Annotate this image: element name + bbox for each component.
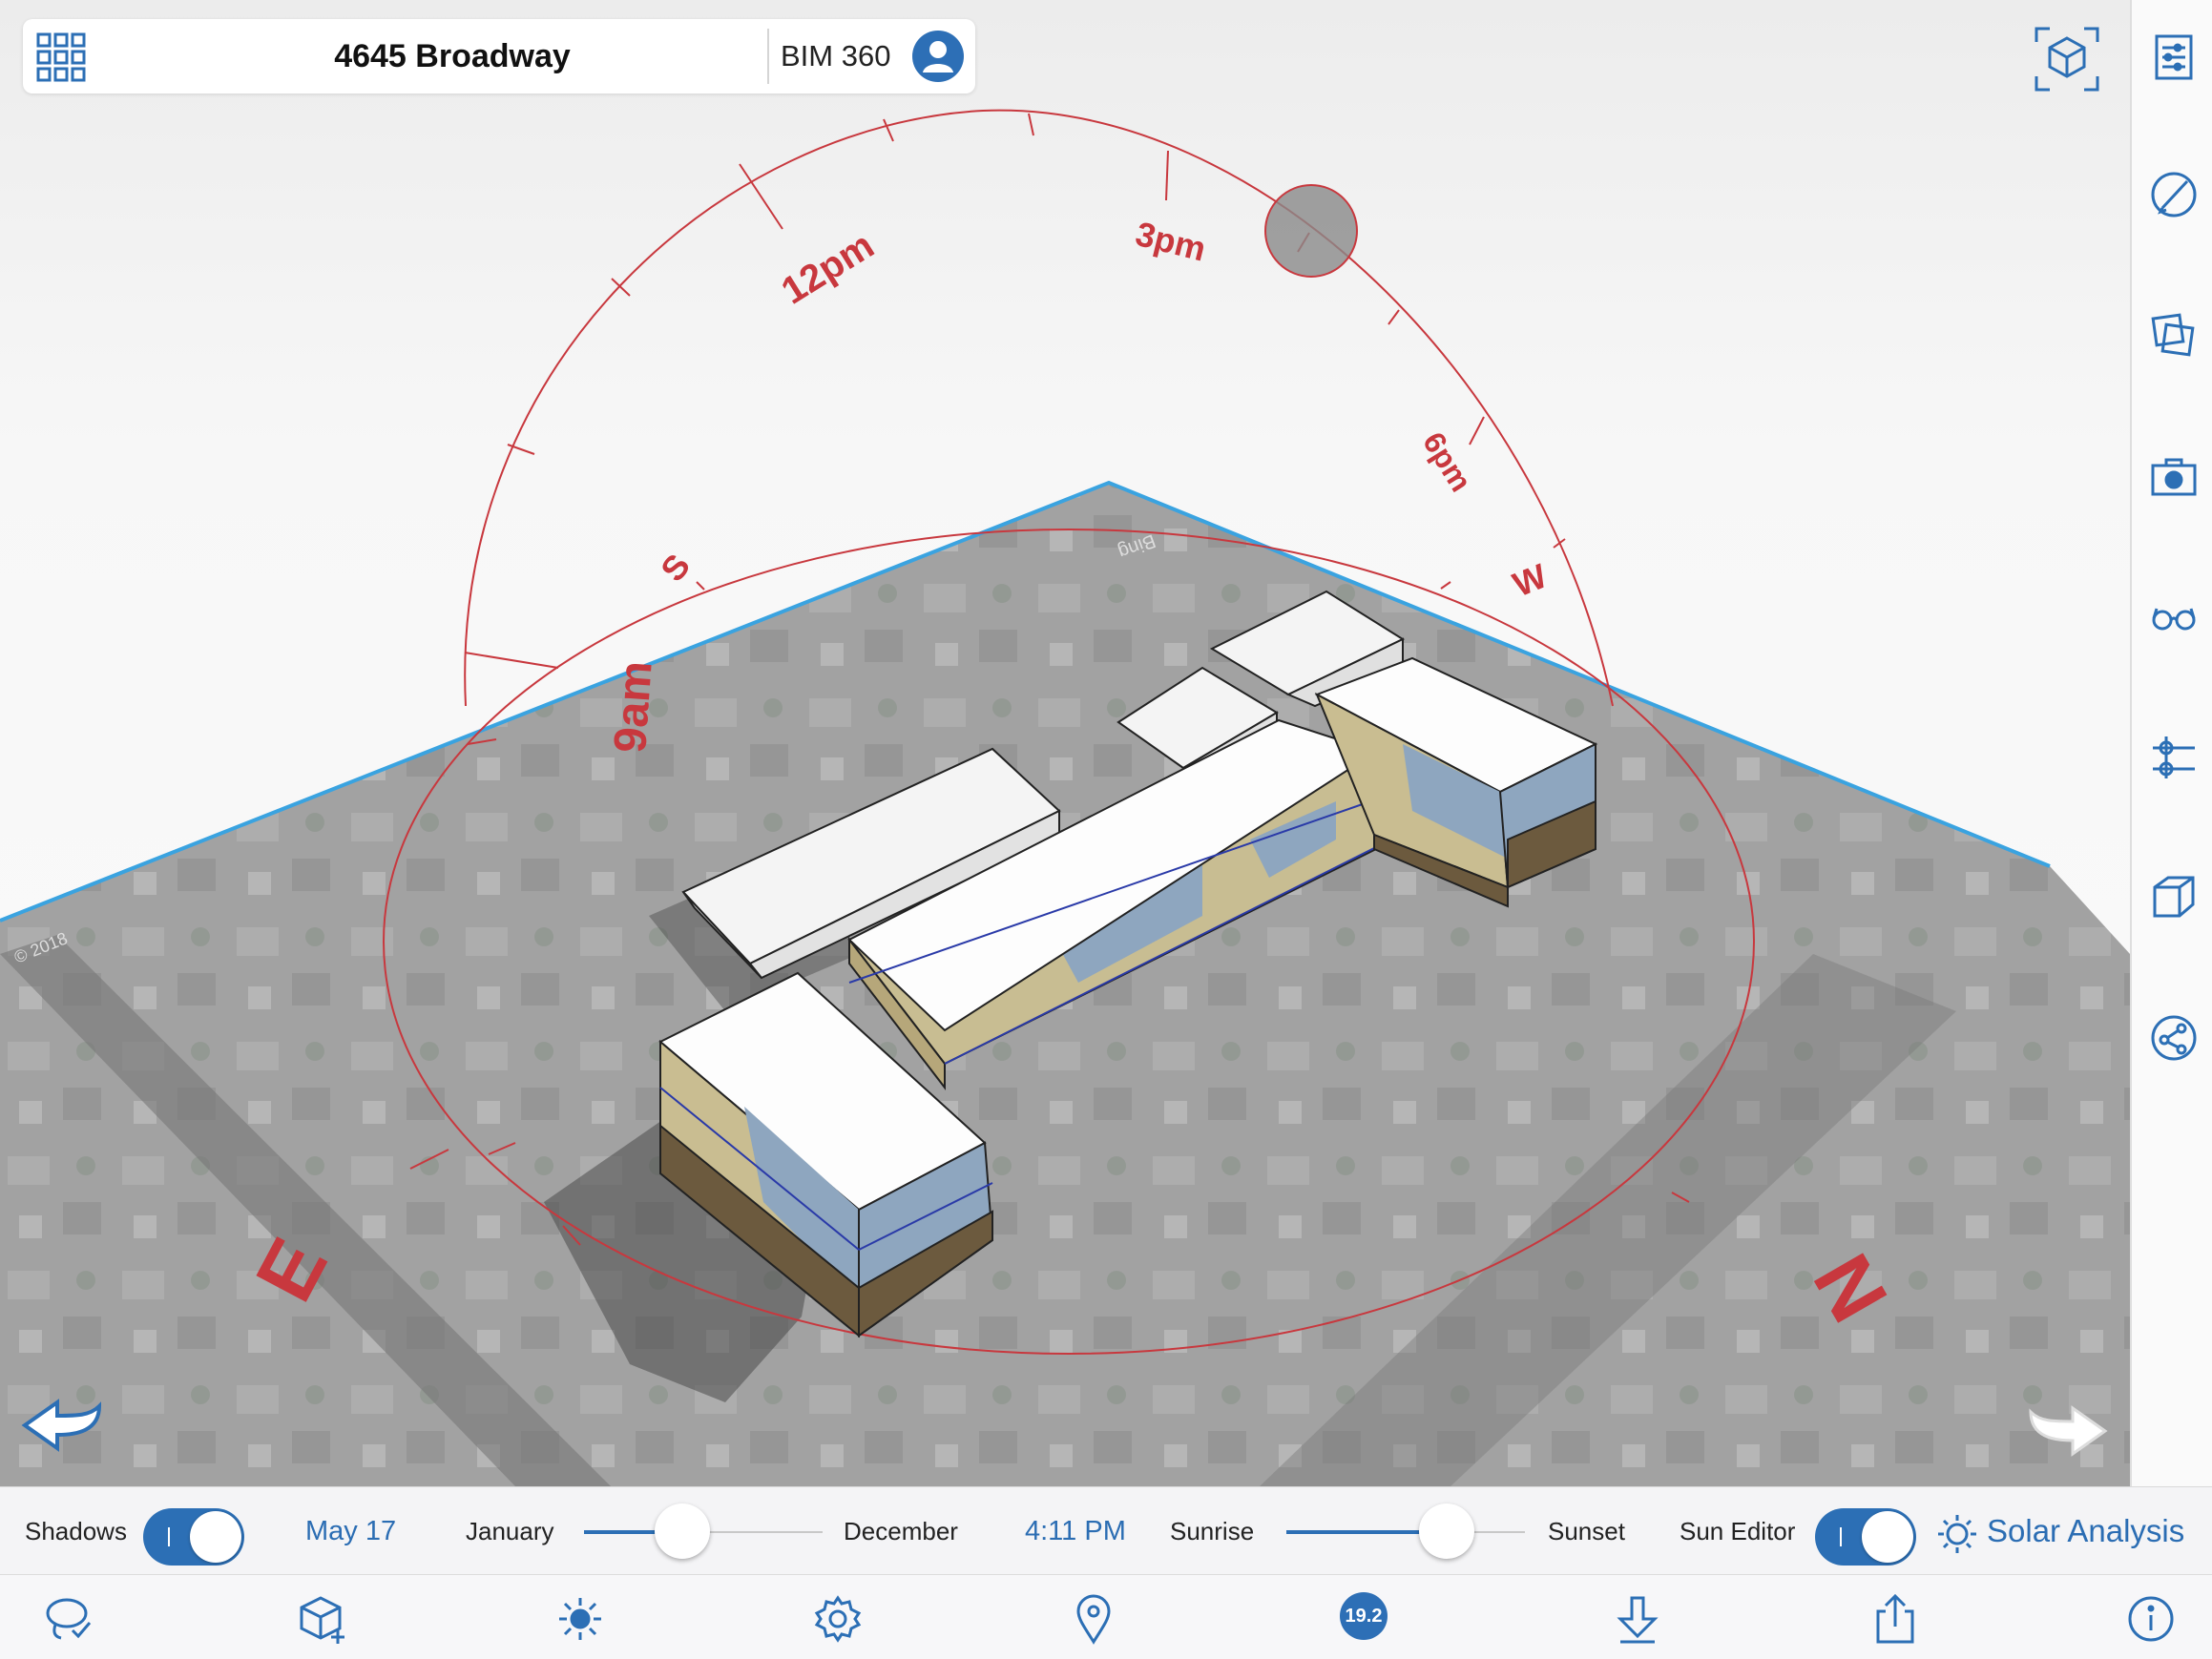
hour-label-9am: 9am [605, 659, 662, 755]
level-badge[interactable]: 19.2 [1340, 1592, 1388, 1640]
section-box-icon[interactable] [2149, 872, 2199, 922]
date-slider-start-label: January [466, 1517, 554, 1545]
undo-arrow-icon[interactable] [19, 1393, 105, 1456]
bottom-toolbar [0, 1574, 2212, 1659]
hour-label-3pm: 3pm [1132, 214, 1210, 269]
time-slider-start-label: Sunrise [1170, 1517, 1255, 1545]
settings-sliders-icon[interactable] [2149, 32, 2199, 82]
add-object-icon[interactable] [296, 1592, 349, 1646]
solar-analysis-button[interactable]: Solar Analysis [1987, 1487, 2184, 1575]
time-slider[interactable] [1286, 1503, 1525, 1559]
time-value[interactable]: 4:11 PM [1025, 1487, 1126, 1575]
bim360-label[interactable]: BIM 360 [781, 19, 890, 93]
layers-icon[interactable] [2149, 311, 2199, 361]
sun-control-bar: Shadows May 17 January December 4:11 PM … [0, 1486, 2212, 1575]
location-pin-icon[interactable] [1067, 1592, 1120, 1646]
right-toolbar [2130, 0, 2212, 1486]
sun-icon[interactable] [553, 1592, 607, 1646]
select-lasso-icon[interactable] [42, 1592, 95, 1646]
user-avatar-icon[interactable] [912, 31, 964, 82]
3d-scene[interactable]: 12pm 3pm 6pm 9am 6am S W E N Bing © 2018 [0, 0, 2130, 1486]
glasses-icon[interactable] [2149, 591, 2199, 641]
date-slider[interactable] [584, 1503, 823, 1559]
date-slider-end-label: December [844, 1517, 958, 1545]
date-value[interactable]: May 17 [305, 1487, 396, 1575]
section-cut-icon[interactable] [2149, 733, 2199, 782]
title-bar: 4645 Broadway BIM 360 [23, 19, 975, 93]
apps-grid-icon[interactable] [34, 31, 88, 84]
gear-icon[interactable] [811, 1592, 865, 1646]
download-icon[interactable] [1611, 1592, 1664, 1646]
project-title: 4645 Broadway [334, 38, 571, 74]
title-divider [767, 29, 769, 84]
sun-editor-label: Sun Editor [1680, 1517, 1796, 1545]
camera-icon[interactable] [2149, 452, 2199, 502]
redo-arrow-icon[interactable] [2025, 1399, 2111, 1462]
sun-editor-toggle[interactable] [1815, 1508, 1916, 1566]
time-slider-end-label: Sunset [1548, 1517, 1625, 1545]
sun-marker[interactable] [1264, 184, 1358, 278]
markup-pen-icon[interactable] [2149, 170, 2199, 219]
hour-label-6pm: 6pm [1416, 426, 1478, 498]
time-slider-thumb[interactable] [1419, 1503, 1474, 1559]
date-slider-thumb[interactable] [655, 1503, 710, 1559]
share-icon[interactable] [2149, 1013, 2199, 1063]
solar-gear-icon[interactable] [1935, 1512, 1979, 1556]
compass-west: W [1508, 556, 1553, 605]
shadows-toggle[interactable] [143, 1508, 244, 1566]
info-icon[interactable] [2124, 1592, 2178, 1646]
shadows-label: Shadows [25, 1517, 127, 1545]
view-cube-icon[interactable] [2033, 25, 2101, 93]
3d-viewport[interactable]: 12pm 3pm 6pm 9am 6am S W E N Bing © 2018 [0, 0, 2130, 1486]
hour-label-12pm: 12pm [774, 224, 881, 313]
export-share-icon[interactable] [1868, 1592, 1922, 1646]
compass-south: S [653, 547, 698, 589]
